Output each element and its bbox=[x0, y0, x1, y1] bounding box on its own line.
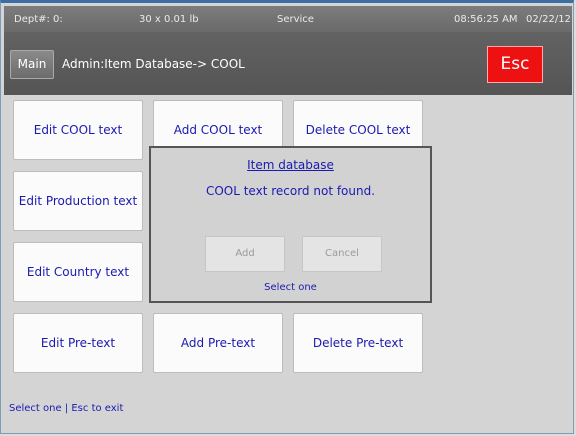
app-window: Dept#: 0: 30 x 0.01 lb Service 08:56:25 … bbox=[0, 0, 574, 434]
edit-cool-text-button[interactable]: Edit COOL text bbox=[13, 100, 143, 160]
esc-button[interactable]: Esc bbox=[487, 46, 543, 83]
add-button[interactable]: Add bbox=[205, 236, 285, 272]
clock-date: 02/22/12 bbox=[526, 14, 571, 25]
main-button[interactable]: Main bbox=[10, 50, 54, 79]
dialog-hint: Select one bbox=[264, 282, 317, 293]
edit-country-text-button[interactable]: Edit Country text bbox=[13, 242, 143, 302]
mode-indicator: Service bbox=[277, 14, 314, 25]
delete-pre-text-button[interactable]: Delete Pre-text bbox=[293, 313, 423, 373]
dept-indicator: Dept#: 0: bbox=[14, 14, 63, 25]
weight-indicator: 30 x 0.01 lb bbox=[139, 14, 199, 25]
clock-time: 08:56:25 AM bbox=[454, 14, 518, 25]
dialog-message: COOL text record not found. bbox=[205, 184, 376, 198]
item-database-dialog: Item database COOL text record not found… bbox=[149, 146, 432, 303]
breadcrumb: Admin:Item Database-> COOL bbox=[62, 57, 245, 71]
footer-hint: Select one | Esc to exit bbox=[9, 403, 124, 414]
add-pre-text-button[interactable]: Add Pre-text bbox=[153, 313, 283, 373]
header-bar: Main Admin:Item Database-> COOL Esc bbox=[4, 32, 572, 95]
status-bar: Dept#: 0: 30 x 0.01 lb Service 08:56:25 … bbox=[4, 6, 572, 32]
edit-production-text-button[interactable]: Edit Production text bbox=[13, 171, 143, 231]
cancel-button[interactable]: Cancel bbox=[302, 236, 382, 272]
edit-pre-text-button[interactable]: Edit Pre-text bbox=[13, 313, 143, 373]
dialog-title: Item database bbox=[247, 158, 334, 172]
